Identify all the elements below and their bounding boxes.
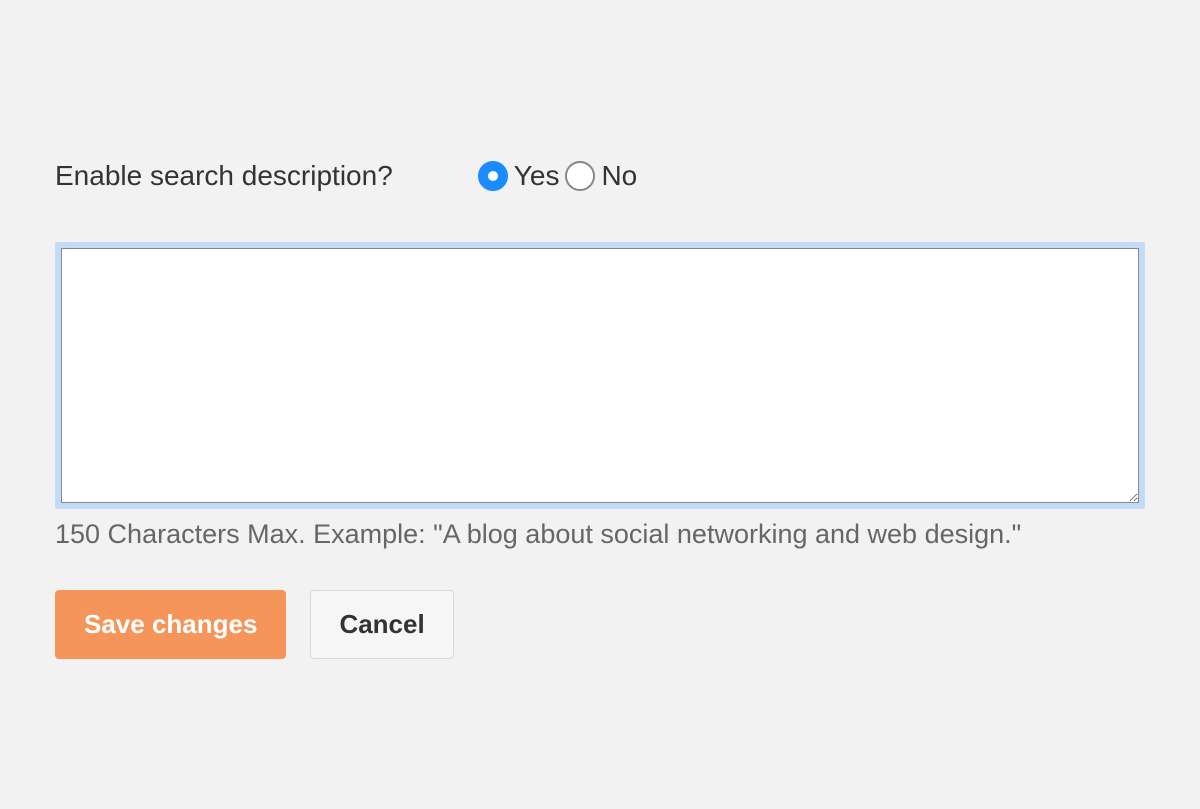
save-button[interactable]: Save changes — [55, 590, 286, 659]
cancel-button[interactable]: Cancel — [310, 590, 453, 659]
enable-search-row: Enable search description? Yes No — [55, 160, 1145, 192]
radio-icon — [565, 161, 595, 191]
radio-yes-label: Yes — [514, 160, 560, 192]
enable-search-label: Enable search description? — [55, 160, 393, 192]
description-textarea[interactable] — [61, 248, 1139, 503]
radio-no[interactable]: No — [565, 160, 637, 192]
description-help-text: 150 Characters Max. Example: "A blog abo… — [55, 519, 1145, 550]
button-row: Save changes Cancel — [55, 590, 1145, 659]
description-textarea-wrap — [55, 242, 1145, 509]
radio-yes[interactable]: Yes — [478, 160, 560, 192]
radio-no-label: No — [601, 160, 637, 192]
radio-icon — [478, 161, 508, 191]
enable-search-radio-group: Yes No — [478, 160, 637, 192]
